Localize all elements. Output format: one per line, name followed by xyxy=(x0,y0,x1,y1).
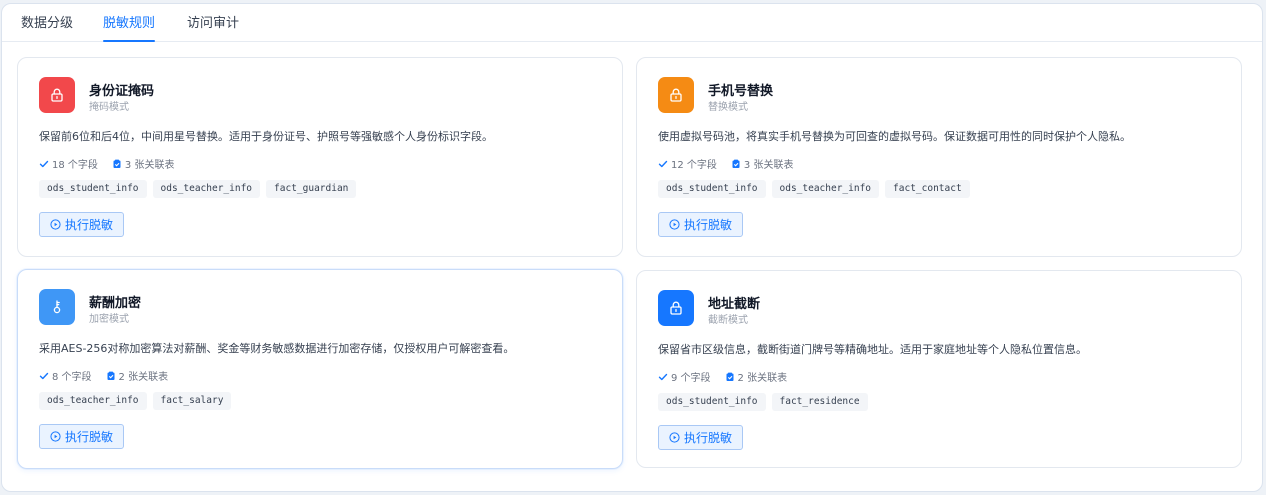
table-count: 2 张关联表 xyxy=(118,372,169,383)
table-tag: ods_teacher_info xyxy=(39,392,147,410)
clipboard-icon xyxy=(112,159,125,169)
card-stats: 8 个字段 2 张关联表 xyxy=(39,368,182,383)
button-label: 执行脱敏 xyxy=(65,430,114,444)
clipboard-icon xyxy=(731,159,744,169)
check-icon xyxy=(658,372,671,382)
table-count: 3 张关联表 xyxy=(743,160,794,171)
table-count: 3 张关联表 xyxy=(124,160,175,171)
card-header: 地址截断 截断模式 xyxy=(658,290,1218,326)
field-count: 18 个字段 xyxy=(52,160,98,171)
table-tag: ods_student_info xyxy=(658,393,766,411)
button-label: 执行脱敏 xyxy=(684,431,733,445)
lock-icon xyxy=(658,290,694,326)
table-tag: fact_contact xyxy=(885,180,970,198)
card-mode: 掩码模式 xyxy=(89,102,129,113)
card-header: 薪酬加密 加密模式 xyxy=(39,289,599,325)
table-tag: ods_student_info xyxy=(39,180,147,198)
card-header: 手机号替换 替换模式 xyxy=(658,77,1218,113)
rule-card: 手机号替换 替换模式 使用虚拟号码池，将真实手机号替换为可回查的虚拟号码。保证数… xyxy=(636,57,1242,257)
field-count: 8 个字段 xyxy=(52,372,92,383)
card-description: 使用虚拟号码池，将真实手机号替换为可回查的虚拟号码。保证数据可用性的同时保护个人… xyxy=(658,130,1131,143)
table-tags: ods_teacher_info fact_salary xyxy=(39,392,232,410)
field-count: 9 个字段 xyxy=(671,373,711,384)
play-circle-icon xyxy=(50,431,65,442)
tab-bar: 数据分级 脱敏规则 访问审计 xyxy=(2,4,1262,42)
tab-masking-rules[interactable]: 脱敏规则 xyxy=(103,16,156,42)
table-tags: ods_student_info ods_teacher_info fact_gua… xyxy=(39,180,357,198)
lock-icon xyxy=(39,77,75,113)
table-tag: fact_guardian xyxy=(266,180,357,198)
card-description: 保留省市区级信息，截断街道门牌号等精确地址。适用于家庭地址等个人隐私位置信息。 xyxy=(658,343,1087,356)
rule-card: 薪酬加密 加密模式 采用AES-256对称加密算法对薪酬、奖金等财务敏感数据进行… xyxy=(17,269,623,469)
card-description: 采用AES-256对称加密算法对薪酬、奖金等财务敏感数据进行加密存储，仅授权用户… xyxy=(39,342,515,355)
table-tag: fact_salary xyxy=(152,392,232,410)
button-label: 执行脱敏 xyxy=(65,218,114,232)
card-stats: 9 个字段 2 张关联表 xyxy=(658,369,801,384)
card-mode: 替换模式 xyxy=(708,102,748,113)
tab-access-audit[interactable]: 访问审计 xyxy=(187,16,239,32)
table-tags: ods_student_info fact_residence xyxy=(658,393,868,411)
clipboard-icon xyxy=(725,372,738,382)
play-circle-icon xyxy=(669,432,684,443)
lock-icon xyxy=(658,77,694,113)
clipboard-icon xyxy=(106,371,119,381)
execute-masking-button[interactable]: 执行脱敏 xyxy=(658,425,744,450)
table-tag: ods_teacher_info xyxy=(152,180,261,198)
card-title: 地址截断 xyxy=(708,297,761,312)
play-circle-icon xyxy=(50,219,65,230)
rule-card: 身份证掩码 掩码模式 保留前6位和后4位，中间用星号替换。适用于身份证号、护照号… xyxy=(17,57,623,257)
table-tag: fact_residence xyxy=(771,393,868,411)
card-stats: 18 个字段 3 张关联表 xyxy=(39,156,188,171)
field-count: 12 个字段 xyxy=(671,160,717,171)
execute-masking-button[interactable]: 执行脱敏 xyxy=(39,424,125,449)
table-count: 2 张关联表 xyxy=(737,373,788,384)
execute-masking-button[interactable]: 执行脱敏 xyxy=(658,212,744,237)
check-icon xyxy=(39,371,52,381)
card-stats: 12 个字段 3 张关联表 xyxy=(658,156,807,171)
card-title: 薪酬加密 xyxy=(89,296,142,311)
table-tag: ods_student_info xyxy=(658,180,766,198)
rule-card: 地址截断 截断模式 保留省市区级信息，截断街道门牌号等精确地址。适用于家庭地址等… xyxy=(636,270,1242,468)
card-title: 身份证掩码 xyxy=(89,84,155,99)
play-circle-icon xyxy=(669,219,684,230)
table-tags: ods_student_info ods_teacher_info fact_con… xyxy=(658,180,970,198)
button-label: 执行脱敏 xyxy=(684,218,733,232)
tab-data-classification[interactable]: 数据分级 xyxy=(21,16,73,32)
execute-masking-button[interactable]: 执行脱敏 xyxy=(39,212,125,237)
check-icon xyxy=(658,159,671,169)
card-description: 保留前6位和后4位，中间用星号替换。适用于身份证号、护照号等强敏感个人身份标识字… xyxy=(39,130,493,143)
table-tag: ods_teacher_info xyxy=(771,180,880,198)
card-mode: 截断模式 xyxy=(708,315,748,326)
card-header: 身份证掩码 掩码模式 xyxy=(39,77,599,113)
card-title: 手机号替换 xyxy=(708,84,774,99)
check-icon xyxy=(39,159,52,169)
key-icon xyxy=(39,289,75,325)
card-mode: 加密模式 xyxy=(89,314,129,325)
